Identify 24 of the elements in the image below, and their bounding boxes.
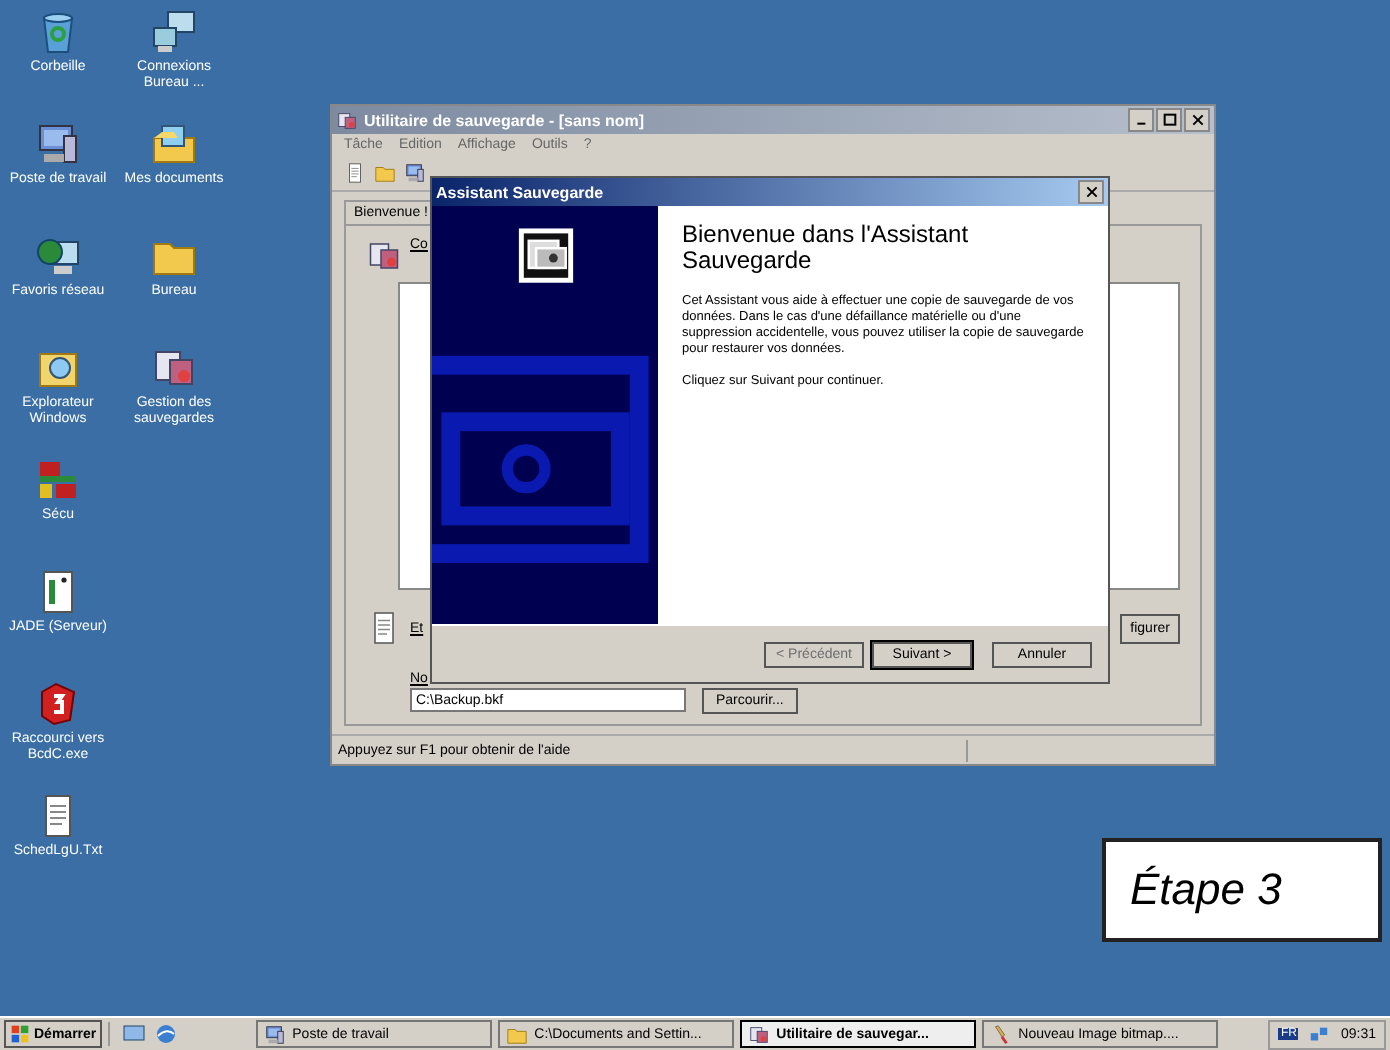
wizard-heading: Bienvenue dans l'Assistant Sauvegarde: [682, 222, 971, 274]
computer-icon: [404, 162, 426, 184]
folder-icon: [506, 1023, 529, 1045]
dialog-title: Assistant Sauvegarde: [436, 183, 604, 201]
step-caption: Étape 3: [1102, 838, 1382, 942]
computer-icon: [264, 1023, 287, 1045]
window-title: Utilitaire de sauvegarde - [sans nom]: [364, 111, 645, 129]
computer-icon: [34, 120, 82, 168]
text-file-icon: [344, 162, 366, 184]
network-computer-icon: [150, 8, 198, 56]
minimize-button[interactable]: [1128, 108, 1154, 132]
maximize-button[interactable]: [1156, 108, 1182, 132]
maximize-icon: [1161, 112, 1177, 128]
close-icon: [1189, 112, 1205, 128]
folder-icon: [374, 162, 396, 184]
close-button[interactable]: [1184, 108, 1210, 132]
close-button[interactable]: [1078, 180, 1104, 204]
close-icon: [1083, 184, 1099, 200]
paint-brush-icon: [990, 1023, 1013, 1045]
blocks-icon: [34, 456, 82, 504]
network-icon: [1308, 1023, 1331, 1045]
desktop-icon: [122, 1022, 147, 1046]
folder-document-icon: [150, 120, 198, 168]
windows-flag-icon: [10, 1024, 30, 1044]
